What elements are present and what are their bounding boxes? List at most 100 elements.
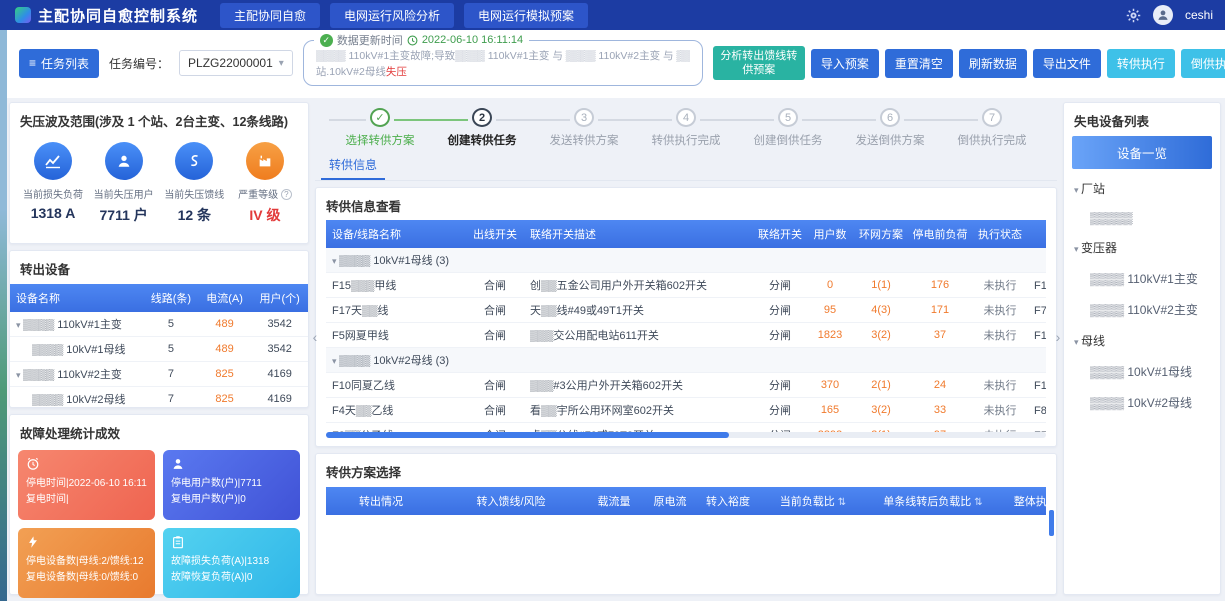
col-ring-plan: 环网方案 [854,220,908,248]
stepper-step[interactable]: ✓ 3 发送转供方案 [533,108,635,148]
cell-target-feeder: F19马▒ [1028,372,1046,397]
cell-exec-status: 未执行 [972,422,1028,432]
step-circle: ✓ 5 [778,108,798,127]
collapse-right-panel-handle[interactable]: › [1052,329,1064,345]
import-plan-button[interactable]: 导入预案 [811,49,879,78]
app-title: 主配协同自愈控制系统 [38,5,198,26]
impact-metrics: 当前损失负荷 1318 A 当前失压用户 7711 户 [10,136,308,225]
cell-line-count: 7 [144,362,198,387]
help-icon[interactable]: ? [281,189,292,200]
step-circle: ✓ 6 [880,108,900,127]
chevron-down-icon: ▾ [279,58,284,69]
vertical-scrollbar-thumb[interactable] [1049,510,1054,536]
analyze-transfer-plan-button[interactable]: 分析转出馈线转供预案 [713,46,805,81]
task-no-select[interactable]: PLZG22000001 ▾ [179,50,293,76]
settings-gear-icon[interactable] [1126,8,1141,23]
transfer-info-row[interactable]: F4天▒▒乙线 合闸 看▒▒宇所公用环网室602开关 分闸 165 3(2) 3… [326,397,1046,422]
cell-outgoing-switch: 合闸 [466,297,524,322]
cell-current: 489 [198,337,252,362]
task-list-button[interactable]: ≡ 任务列表 [19,49,99,78]
transfer-out-row[interactable]: ▒▒▒▒ 110kV#2主变 7 825 4169 [10,362,308,387]
stepper-step[interactable]: ✓ 7 倒供执行完成 [941,108,1043,148]
stepper-step[interactable]: ✓ 5 创建倒供任务 [737,108,839,148]
transfer-info-row[interactable]: ▒▒▒▒ 10kV#1母线 (3) [326,248,1046,273]
nav-main-coordination[interactable]: 主配协同自愈 [220,3,320,28]
cell-device-name: ▒▒▒▒ 10kV#1母线 [10,337,144,362]
device-tree-row[interactable]: 变压器 [1072,232,1212,263]
nav-risk-analysis[interactable]: 电网运行风险分析 [330,3,454,28]
transfer-info-row[interactable]: ▒▒▒▒ 10kV#2母线 (3) [326,347,1046,372]
cell-tie-switch [754,347,806,372]
col-overall-exec-ratio: 整体执行负载比⇅ [998,487,1046,515]
reverse-supply-execute-button[interactable]: 倒供执行 [1181,49,1225,78]
cell-tie-switch-desc: 创▒▒五金公司用户外开关箱602开关 [524,272,754,297]
transfer-info-row[interactable]: F10同夏乙线 合闸 ▒▒▒#3公用户外开关箱602开关 分闸 370 2(1)… [326,372,1046,397]
task-no-value: PLZG22000001 [188,56,273,70]
severity-plant-icon [246,142,284,180]
device-tree-row[interactable]: ▒▒▒▒ 10kV#2母线 [1072,387,1212,418]
cell-device-name: ▒▒▒▒ 110kV#2主变 [10,362,144,387]
cell-device-line-name: ▒▒▒▒ 10kV#2母线 (3) [326,347,466,372]
stepper-step[interactable]: ✓ 6 发送倒供方案 [839,108,941,148]
cell-line-count: 7 [144,387,198,412]
device-overview-header: 设备一览 [1072,136,1212,169]
transfer-out-row[interactable]: ▒▒▒▒ 10kV#1母线 5 489 3542 [10,337,308,362]
cell-outgoing-switch [466,347,524,372]
fault-stats-title: 故障处理统计成效 [10,415,308,448]
stepper-step[interactable]: ✓ 4 转供执行完成 [635,108,737,148]
cell-device-line-name: F10同夏乙线 [326,372,466,397]
app-brand: 主配协同自愈控制系统 [15,5,198,26]
col-single-line-post-ratio: 单条线转后负载比⇅ [868,487,998,515]
tab-transfer-info[interactable]: 转供信息 [321,150,385,180]
collapse-left-panel-handle[interactable]: ‹ [309,329,321,345]
col-current-load-ratio: 当前负载比⇅ [758,487,868,515]
reset-clear-button[interactable]: 重置清空 [885,49,953,78]
outage-device-panel: 失电设备列表 设备一览 厂站 ▒▒▒▒▒ 变压器 ▒▒▒▒ 110kV#1主变 … [1063,102,1221,595]
refresh-data-button[interactable]: 刷新数据 [959,49,1027,78]
user-avatar[interactable] [1153,5,1173,25]
cell-user-count [806,347,854,372]
update-time-label: 数据更新时间 [337,32,403,48]
transfer-out-header-row: 设备名称 线路(条) 电流(A) 用户(个) [10,284,308,312]
background-image-sliver [0,0,7,601]
device-tree-row[interactable]: ▒▒▒▒ 110kV#1主变 [1072,263,1212,294]
cell-tie-switch-desc: 看▒▒宇所公用环网室602开关 [524,397,754,422]
sort-icon[interactable]: ⇅ [838,497,846,508]
device-tree-row[interactable]: ▒▒▒▒ 10kV#1母线 [1072,356,1212,387]
username: ceshi [1185,8,1213,22]
col-device-line-name: 设备/线路名称 [326,220,466,248]
transfer-info-row[interactable]: F5网夏甲线 合闸 ▒▒▒交公用配电站611开关 分闸 1823 3(2) 37… [326,322,1046,347]
bolt-icon [26,535,147,552]
transfer-info-row[interactable]: F17天▒▒线 合闸 天▒▒线#49或49T1开关 分闸 95 4(3) 171… [326,297,1046,322]
device-tree-row[interactable]: ▒▒▒▒ 110kV#2主变 [1072,294,1212,325]
scrollbar-thumb[interactable] [326,432,729,438]
transfer-out-row[interactable]: ▒▒▒▒ 110kV#1主变 5 489 3542 [10,312,308,337]
cell-ring-plan: 1(1) [854,272,908,297]
clock-icon [407,35,418,46]
cell-pre-outage-load: 33 [908,397,972,422]
fault-summary-box: ✓ 数据更新时间 2022-06-10 16:11:14 ▒▒▒▒ 110kV#… [303,40,703,86]
stepper-step[interactable]: ✓ 1 选择转供方案 [329,108,431,148]
cell-user-count: 370 [806,372,854,397]
transfer-execute-button[interactable]: 转供执行 [1107,49,1175,78]
metric-lost-load: 当前损失负荷 1318 A [20,142,86,225]
device-tree-row[interactable]: 母线 [1072,325,1212,356]
col-exec-status: 执行状态 [972,220,1028,248]
device-tree-row[interactable]: 厂站 [1072,173,1212,204]
cell-exec-status: 未执行 [972,272,1028,297]
step-circle: ✓ 4 [676,108,696,127]
transfer-info-row[interactable]: F15▒▒▒甲线 合闸 创▒▒五金公司用户外开关箱602开关 分闸 0 1(1)… [326,272,1046,297]
cell-user-count: 2893 [806,422,854,432]
nav-simulation-plan[interactable]: 电网运行模拟预案 [464,3,588,28]
device-tree-row[interactable]: ▒▒▒▒▒ [1072,204,1212,232]
transfer-info-row[interactable]: F8▒▒公乙线 合闸 虎▒▒公线#79或79T2开关 分闸 2893 3(1) … [326,422,1046,432]
export-file-button[interactable]: 导出文件 [1033,49,1101,78]
stepper-step[interactable]: ✓ 2 创建转供任务 [431,108,533,148]
step-circle: ✓ 1 [370,108,390,127]
horizontal-scrollbar[interactable] [326,432,1046,438]
clipboard-icon [171,535,292,552]
main-content: ‹ › 失压波及范围(涉及 1 个站、2台主变、12条线路) 当前损失负荷 13… [7,98,1225,601]
transfer-out-row[interactable]: ▒▒▒▒ 10kV#2母线 7 825 4169 [10,387,308,412]
sort-icon[interactable]: ⇅ [974,497,982,508]
tab-row: 转供信息 [315,150,1057,181]
